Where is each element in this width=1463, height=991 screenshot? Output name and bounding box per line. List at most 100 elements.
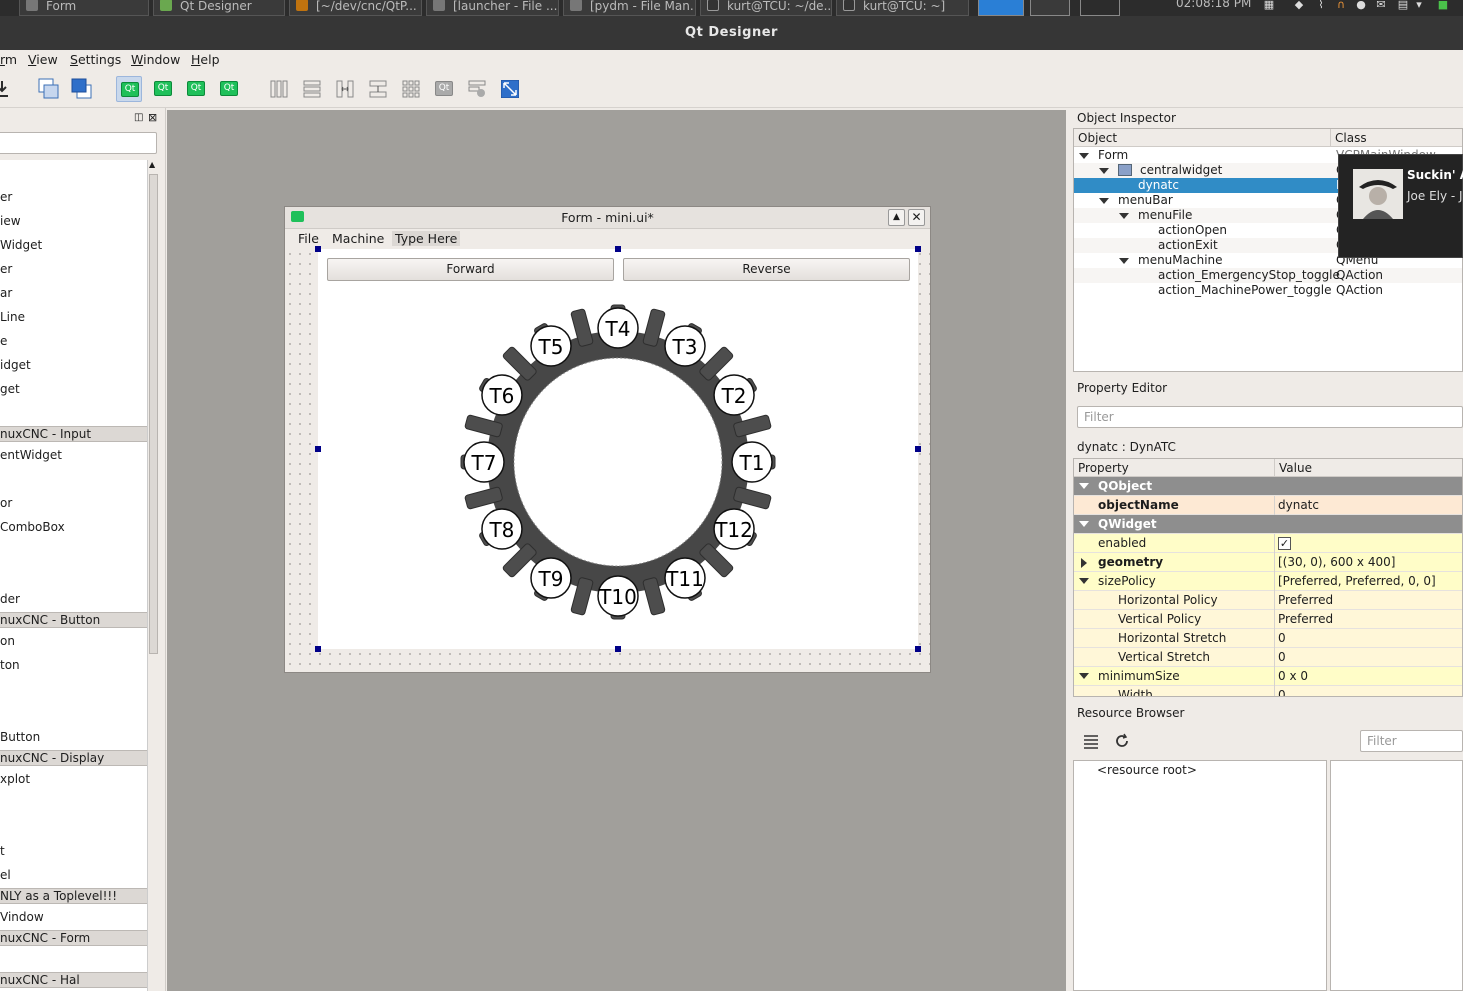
widget-filter-input[interactable]	[0, 132, 157, 154]
printer-icon[interactable]: ▤	[1396, 0, 1410, 12]
selection-handle[interactable]	[315, 446, 321, 452]
form-menu-type-here[interactable]: Type Here	[392, 231, 461, 246]
form-titlebar[interactable]: Form - mini.ui* ▲ ✕	[285, 207, 930, 229]
media-notification[interactable]: Suckin' A Joe Ely - J	[1338, 154, 1463, 258]
widget-item[interactable]: get	[0, 382, 20, 402]
category-display[interactable]: nuxCNC - Display	[0, 750, 147, 766]
menu-help[interactable]: Help	[191, 52, 220, 67]
headphones-icon[interactable]: ∩	[1334, 0, 1348, 12]
form-window[interactable]: Form - mini.ui* ▲ ✕ File Machine Type He…	[284, 206, 931, 673]
edit-widgets-button[interactable]: Qt	[116, 76, 142, 102]
break-layout-button[interactable]	[464, 76, 490, 102]
column-header-value[interactable]: Value	[1275, 459, 1462, 477]
menu-settings[interactable]: Settings	[70, 52, 121, 67]
property-hpolicy[interactable]: Horizontal Policy Preferred	[1074, 591, 1462, 610]
menu-window[interactable]: Window	[131, 52, 180, 67]
layout-grid-button[interactable]	[398, 76, 424, 102]
widget-item[interactable]: er	[0, 262, 12, 282]
chevron-down-icon[interactable]	[1079, 521, 1089, 527]
widget-item[interactable]: iew	[0, 214, 21, 234]
chevron-down-icon[interactable]	[1099, 168, 1109, 174]
selection-handle[interactable]	[315, 246, 321, 252]
resource-filter-input[interactable]: Filter	[1360, 730, 1463, 752]
widget-item[interactable]: e	[0, 334, 7, 354]
menu-form[interactable]: rm	[0, 52, 17, 67]
task-editor[interactable]: [~/dev/cnc/QtP...	[289, 0, 422, 16]
task-pydm[interactable]: [pydm - File Man...	[563, 0, 696, 16]
property-geometry[interactable]: geometry [(30, 0), 600 x 400]	[1074, 553, 1462, 572]
resource-root-item[interactable]: <resource root>	[1097, 763, 1197, 777]
selection-handle[interactable]	[615, 246, 621, 252]
category-toplevel[interactable]: NLY as a Toplevel!!!	[0, 888, 147, 904]
save-button[interactable]	[0, 76, 18, 102]
forward-button[interactable]: Forward	[327, 258, 614, 281]
chevron-down-icon[interactable]	[1079, 153, 1089, 159]
enabled-checkbox[interactable]: ✓	[1278, 537, 1291, 550]
task-terminal-1[interactable]: kurt@TCU: ~/de...	[700, 0, 832, 16]
tree-row-machine-power[interactable]: action_MachinePower_toggle QAction	[1074, 283, 1462, 298]
widget-item[interactable]: el	[0, 868, 11, 888]
chevron-down-icon[interactable]	[1119, 258, 1129, 264]
widget-item[interactable]: ComboBox	[0, 520, 65, 540]
category-form[interactable]: nuxCNC - Form	[0, 930, 147, 946]
scrollbar-thumb[interactable]	[149, 174, 158, 654]
property-minimumsize[interactable]: minimumSize 0 x 0	[1074, 667, 1462, 686]
property-vpolicy[interactable]: Vertical Policy Preferred	[1074, 610, 1462, 629]
chevron-down-icon[interactable]	[1079, 578, 1089, 584]
chevron-down-icon[interactable]	[1099, 198, 1109, 204]
bring-to-front-button[interactable]	[36, 76, 62, 102]
float-icon[interactable]: ◫	[134, 112, 143, 123]
widget-item[interactable]: Line	[0, 310, 25, 330]
refresh-icon[interactable]	[1113, 732, 1131, 750]
column-header-class[interactable]: Class	[1331, 129, 1462, 147]
chevron-down-icon[interactable]	[1079, 673, 1089, 679]
property-sizepolicy[interactable]: sizePolicy [Preferred, Preferred, 0, 0]	[1074, 572, 1462, 591]
selection-handle[interactable]	[915, 246, 921, 252]
widget-item[interactable]: ton	[0, 658, 20, 678]
category-button[interactable]: nuxCNC - Button	[0, 612, 147, 628]
property-width[interactable]: Width 0	[1074, 686, 1462, 696]
tree-row-emergency-stop[interactable]: action_EmergencyStop_toggle QAction	[1074, 268, 1462, 283]
property-filter-input[interactable]: Filter	[1077, 406, 1463, 428]
widget-item[interactable]: Button	[0, 730, 40, 750]
widget-item[interactable]: on	[0, 634, 15, 654]
layout-vertical-button[interactable]	[299, 76, 325, 102]
chevron-down-icon[interactable]	[1079, 483, 1089, 489]
workspace-2[interactable]	[1030, 0, 1070, 16]
adjust-size-button[interactable]	[497, 76, 523, 102]
group-qwidget[interactable]: QWidget	[1074, 515, 1462, 534]
layout-form-button[interactable]: Qt	[431, 76, 457, 102]
maximize-button[interactable]: ▲	[888, 209, 905, 226]
property-hstretch[interactable]: Horizontal Stretch 0	[1074, 629, 1462, 648]
chevron-down-icon[interactable]	[1119, 213, 1129, 219]
chevron-right-icon[interactable]	[1081, 558, 1087, 568]
edit-tab-order-button[interactable]: Qt	[216, 76, 242, 102]
widget-item[interactable]: xplot	[0, 772, 30, 792]
form-menu-machine[interactable]: Machine	[332, 231, 384, 246]
selection-handle[interactable]	[915, 446, 921, 452]
edit-signals-slots-button[interactable]: Qt	[150, 76, 176, 102]
send-to-back-button[interactable]	[69, 76, 95, 102]
widget-item[interactable]: entWidget	[0, 448, 62, 468]
widget-scrollbar[interactable]: ▲	[147, 160, 159, 991]
widget-item[interactable]: or	[0, 496, 12, 516]
widget-item[interactable]: t	[0, 844, 5, 864]
dynatc-widget[interactable]: Forward Reverse T1 T2 T3 T4 T5 T6 T7 T8 T9 T10 T11…	[318, 249, 918, 649]
widget-item[interactable]: er	[0, 190, 12, 210]
dropbox-icon[interactable]: ◆	[1292, 0, 1306, 12]
chevron-down-icon[interactable]: ▾	[1412, 0, 1426, 12]
widget-item[interactable]: der	[0, 592, 20, 612]
close-button[interactable]: ✕	[908, 209, 925, 226]
layout-horizontal-button[interactable]	[266, 76, 292, 102]
task-terminal-2[interactable]: kurt@TCU: ~]	[836, 0, 969, 16]
reverse-button[interactable]: Reverse	[623, 258, 910, 281]
workspace-3[interactable]	[1080, 0, 1120, 16]
widget-item[interactable]: Vindow	[0, 910, 44, 930]
task-launcher[interactable]: [launcher - File ...	[426, 0, 559, 16]
category-input[interactable]: nuxCNC - Input	[0, 426, 147, 442]
edit-resources-icon[interactable]	[1082, 732, 1100, 750]
cpu-icon[interactable]: ▦	[1262, 0, 1276, 12]
form-menu-file[interactable]: File	[298, 231, 319, 246]
workspace-1[interactable]	[978, 0, 1024, 16]
selection-handle[interactable]	[915, 646, 921, 652]
